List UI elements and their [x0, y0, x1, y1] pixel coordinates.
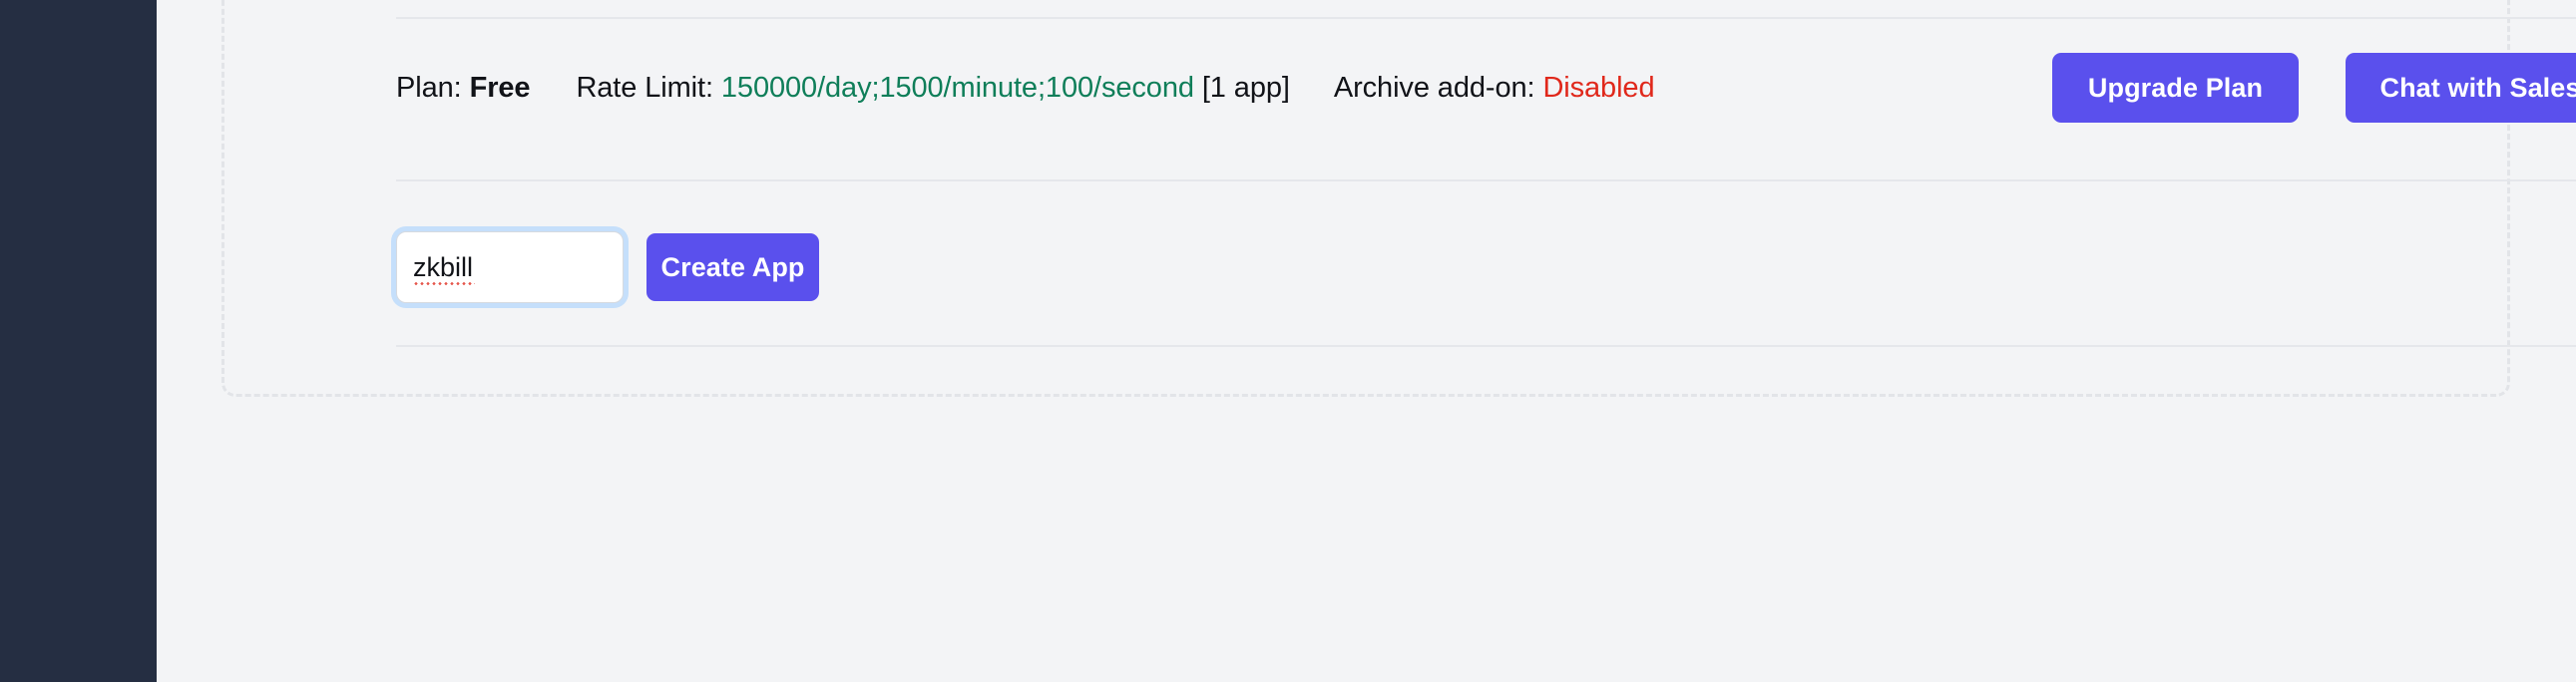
chat-with-sales-button[interactable]: Chat with Sales — [2346, 53, 2576, 123]
create-app-button[interactable]: Create App — [646, 233, 819, 301]
create-app-row: Create App — [396, 217, 2576, 317]
main-content-area: Plan: Free Rate Limit: 150000/day;1500/m… — [157, 0, 2576, 682]
app-name-field-wrapper[interactable] — [396, 231, 624, 303]
plan-label: Plan: — [396, 71, 462, 104]
navigation-sidebar[interactable] — [0, 0, 157, 682]
app-name-input[interactable] — [397, 232, 623, 302]
divider-top — [396, 17, 2576, 19]
app-root: Plan: Free Rate Limit: 150000/day;1500/m… — [0, 0, 2576, 682]
divider-middle — [396, 179, 2576, 181]
archive-addon-status: Disabled — [1542, 71, 1655, 104]
plan-value: Free — [469, 71, 531, 104]
plan-info-row: Plan: Free Rate Limit: 150000/day;1500/m… — [396, 53, 2576, 123]
app-count-badge: [1 app] — [1201, 71, 1290, 104]
rate-limit-value: 150000/day;1500/minute;100/second — [720, 71, 1194, 104]
archive-addon-label: Archive add-on: — [1333, 71, 1535, 104]
upgrade-plan-button[interactable]: Upgrade Plan — [2052, 53, 2299, 123]
plan-info: Plan: Free — [396, 71, 531, 104]
panel-content: Plan: Free Rate Limit: 150000/day;1500/m… — [378, 0, 2576, 397]
divider-bottom — [396, 345, 2576, 347]
archive-addon-info: Archive add-on: Disabled — [1333, 71, 1655, 104]
rate-limit-label: Rate Limit: — [576, 71, 713, 104]
rate-limit-info: Rate Limit: 150000/day;1500/minute;100/s… — [576, 71, 1290, 104]
